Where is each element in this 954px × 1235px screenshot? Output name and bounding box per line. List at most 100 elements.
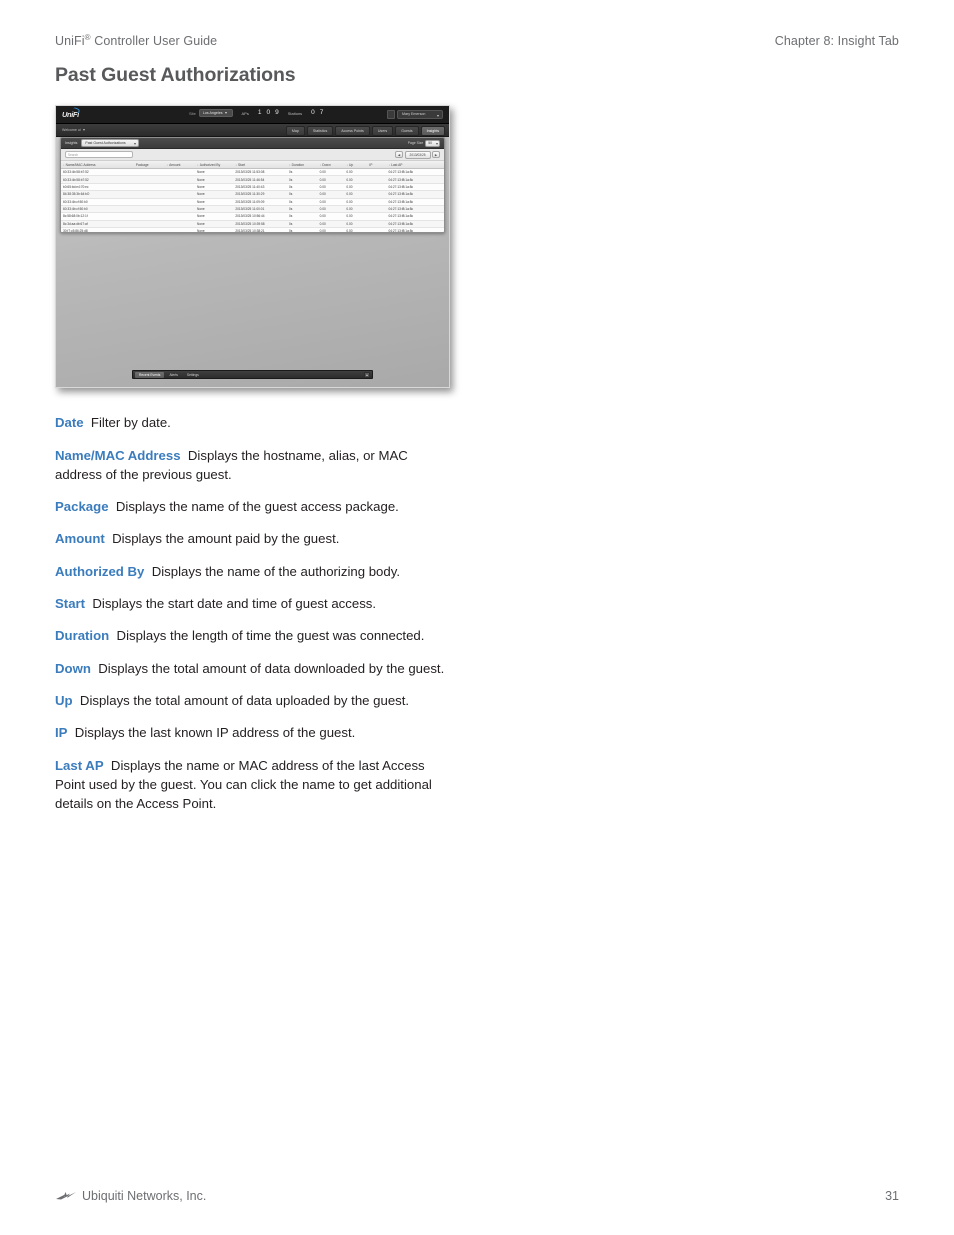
- page-size-select[interactable]: 50: [425, 139, 440, 147]
- ap-stat[interactable]: 1: [258, 109, 262, 117]
- definition-item: Start Displays the start date and time o…: [55, 594, 455, 613]
- ap-stat[interactable]: 0: [266, 109, 270, 117]
- unifi-controller-screenshot: UniFi Site Los Angeles APs 1 0 9 Station…: [55, 105, 450, 388]
- col-down[interactable]: ↕Down: [317, 161, 345, 169]
- col-authorized-by[interactable]: ↕Authorized By: [195, 161, 234, 169]
- cell-duration: 0s: [286, 227, 318, 232]
- site-label: Site: [189, 110, 196, 116]
- table-row[interactable]: 60:33:4b:cf:50:b0 None 2013/03/25 11:09:09…: [61, 198, 444, 206]
- tab-access-points[interactable]: Access Points: [335, 126, 370, 136]
- cell-last-ap[interactable]: 04:27:13:f8:1a:8c: [386, 205, 444, 214]
- guide-name: UniFi: [55, 34, 85, 49]
- dock-tab-recent-events[interactable]: Recent Events: [135, 371, 165, 378]
- cell-down: 0.00: [317, 168, 345, 177]
- cell-down: 0.00: [317, 227, 345, 232]
- definition-term: Duration: [55, 628, 110, 644]
- cell-amount: [164, 198, 196, 206]
- definition-term: Authorized By: [55, 563, 145, 579]
- definition-term: IP: [55, 725, 68, 741]
- tab-insights[interactable]: Insights: [420, 126, 445, 136]
- cell-authorized-by: None: [195, 205, 234, 214]
- tab-map[interactable]: Map: [285, 126, 305, 136]
- table-row[interactable]: 60:33:4b:58:b7:52 None 2013/03/25 11:46:54…: [61, 175, 444, 184]
- page-number: 31: [885, 1189, 899, 1203]
- cell-amount: [164, 205, 196, 214]
- company-name: Ubiquiti Networks, Inc.: [82, 1189, 207, 1203]
- definition-description: Displays the name or MAC address of the …: [55, 757, 432, 811]
- site-selector[interactable]: Los Angeles: [198, 109, 233, 117]
- col-up[interactable]: ↕Up: [344, 161, 368, 169]
- cell-up: 0.00: [344, 227, 368, 232]
- cell-start: 2013/03/25 10:39:58: [233, 220, 287, 229]
- definition-term: Start: [55, 595, 86, 611]
- running-header-left: UniFi® Controller User Guide: [55, 33, 217, 48]
- table-row[interactable]: 60:33:4b:cf:50:b0 None 2013/03/25 11:00:01…: [61, 205, 444, 214]
- date-prev-button[interactable]: ◀: [395, 150, 404, 159]
- welcome-label: Welcome ui: [62, 128, 81, 132]
- cell-authorized-by: None: [195, 168, 234, 177]
- col-name-mac[interactable]: ↕Name/MAC Address: [61, 161, 134, 169]
- cell-authorized-by: None: [195, 227, 234, 232]
- cell-authorized-by: None: [195, 198, 234, 206]
- station-stat[interactable]: 7: [320, 109, 324, 117]
- page-size-label: Page Size: [407, 141, 424, 145]
- col-ip[interactable]: IP: [367, 161, 387, 169]
- definition-description: Displays the total amount of data upload…: [72, 692, 410, 708]
- definition-description: Displays the name of the authorizing bod…: [144, 563, 400, 579]
- cell-last-ap[interactable]: 04:27:13:f8:1a:8c: [386, 168, 444, 177]
- cell-amount: [164, 183, 196, 192]
- search-input[interactable]: Search: [65, 151, 133, 158]
- col-package[interactable]: Package: [133, 161, 165, 169]
- cell-authorized-by: None: [195, 212, 234, 221]
- definition-description: Displays the amount paid by the guest.: [104, 531, 340, 547]
- dock-tab-settings[interactable]: Settings: [183, 372, 203, 378]
- cell-ip: [367, 175, 387, 184]
- definition-term: Date: [55, 415, 84, 431]
- cell-last-ap[interactable]: 04:27:13:f8:1a:8c: [386, 198, 444, 206]
- col-last-ap[interactable]: ↕Last AP: [386, 161, 444, 169]
- table-row[interactable]: 84:38:35:3b:64:bO None 2013/03/25 11:30:29…: [61, 190, 444, 199]
- welcome-menu[interactable]: Welcome ui: [62, 128, 85, 132]
- account-area[interactable]: Mary Emerson: [387, 109, 443, 119]
- cell-last-ap[interactable]: 04:27:13:f8:1a:8c: [386, 190, 444, 199]
- cell-last-ap[interactable]: 04:27:13:f8:1a:8c: [386, 175, 444, 184]
- cell-ip: [367, 212, 387, 221]
- cell-up: 0.00: [344, 220, 368, 229]
- cell-name-mac: 60:33:4b:cf:50:b0: [61, 198, 134, 206]
- table-row[interactable]: 30:f7:c5:86:25:d8 None 2013/03/25 10:38:21…: [61, 227, 444, 232]
- table-row[interactable]: 8c:3d:aa:db:67:af None 2013/03/25 10:39:58…: [61, 220, 444, 229]
- dock-expand-button[interactable]: ▲: [364, 371, 370, 378]
- cell-authorized-by: None: [195, 190, 234, 199]
- dock-tab-alerts[interactable]: Alerts: [165, 372, 181, 378]
- table-row[interactable]: 60:33:4b:58:b7:52 None 2013/03/25 11:53:08…: [61, 168, 444, 177]
- cell-last-ap[interactable]: 04:27:13:f8:1a:8c: [386, 212, 444, 221]
- cell-last-ap[interactable]: 04:27:13:f8:1a:8c: [386, 227, 444, 232]
- insight-view-select[interactable]: Past Guest Authorizations: [81, 139, 140, 147]
- date-next-button[interactable]: ▶: [432, 150, 440, 159]
- tab-guests[interactable]: Guests: [395, 126, 419, 136]
- col-amount[interactable]: ↕Amount: [164, 161, 196, 169]
- stations-label: Stations: [287, 110, 303, 116]
- cell-start: 2013/03/25 10:56:44: [233, 212, 287, 221]
- cell-package: [133, 183, 165, 192]
- definition-term: Amount: [55, 531, 105, 547]
- cell-start: 2013/03/25 11:00:01: [233, 205, 287, 214]
- table-row[interactable]: b0:65:bd:e4:70:ec None 2013/03/25 11:40:43…: [61, 183, 444, 192]
- tab-statistics[interactable]: Statistics: [306, 126, 334, 136]
- col-duration[interactable]: ↕Duration: [286, 161, 318, 169]
- guide-name-rest: Controller User Guide: [90, 34, 218, 49]
- col-start[interactable]: ↕Start: [233, 161, 287, 169]
- tab-users[interactable]: Users: [371, 126, 394, 136]
- insights-panel: Insights Past Guest Authorizations Page …: [60, 137, 445, 233]
- ap-stat[interactable]: 9: [275, 109, 279, 117]
- cell-duration: 0s: [286, 175, 318, 184]
- cell-name-mac: 60:33:4b:58:b7:52: [61, 175, 134, 184]
- table-row[interactable]: 8c:58:68:0b:12:1f None 2013/03/25 10:56:44…: [61, 212, 444, 221]
- account-selector[interactable]: Mary Emerson: [397, 109, 443, 119]
- station-stat[interactable]: 0: [311, 109, 315, 117]
- definition-item: Up Displays the total amount of data upl…: [55, 691, 455, 710]
- cell-last-ap[interactable]: 04:27:13:f8:1a:8c: [386, 183, 444, 192]
- definition-description: Displays the last known IP address of th…: [67, 725, 356, 741]
- date-range-value[interactable]: 2013/03/25: [404, 150, 431, 159]
- cell-last-ap[interactable]: 04:27:13:f8:1a:8c: [386, 220, 444, 229]
